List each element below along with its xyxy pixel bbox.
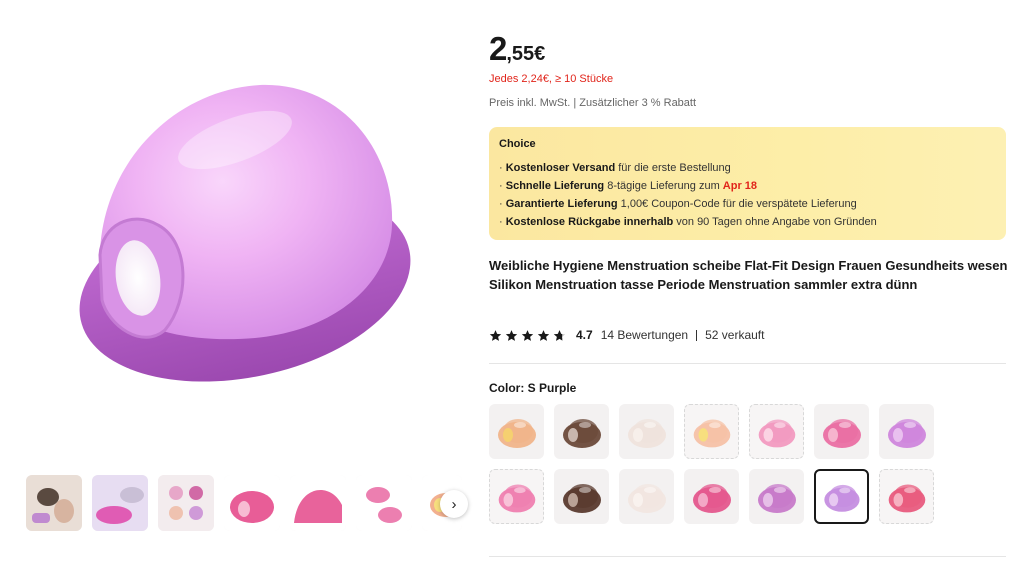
color-swatch-4[interactable] — [684, 404, 739, 459]
color-swatch-12[interactable] — [749, 469, 804, 524]
swatch-disc-image — [563, 419, 601, 448]
price: 2 ,55€ — [489, 30, 545, 68]
swatch-disc-image — [693, 419, 731, 448]
color-swatch-2[interactable] — [554, 404, 609, 459]
color-swatch-7[interactable] — [879, 404, 934, 459]
swatch-disc-image — [758, 419, 796, 448]
choice-title: Choice — [499, 138, 536, 150]
choice-line-fast-delivery: · Schnelle Lieferung 8-tägige Lieferung … — [499, 180, 758, 192]
swatch-disc-image — [888, 484, 926, 513]
color-swatch-1[interactable] — [489, 404, 544, 459]
color-swatch-13[interactable] — [814, 469, 869, 524]
bulk-price: Jedes 2,24€, ≥ 10 Stücke — [489, 73, 614, 85]
price-integer: 2 — [489, 30, 507, 67]
thumbnail-4[interactable] — [224, 475, 280, 531]
price-decimal: ,55€ — [506, 43, 546, 65]
thumbnail-5[interactable] — [290, 475, 346, 531]
color-swatch-3[interactable] — [619, 404, 674, 459]
star-icon — [505, 329, 518, 341]
star-icon — [489, 329, 502, 341]
color-swatch-10[interactable] — [619, 469, 674, 524]
divider — [489, 556, 1006, 557]
swatch-disc-image — [628, 419, 666, 448]
choice-line-shipping: · Kostenloser Versand für die erste Best… — [499, 162, 731, 174]
swatch-disc-image — [758, 484, 796, 513]
menstrual-disc-image — [79, 84, 411, 382]
price-note: Preis inkl. MwSt. | Zusätzlicher 3 % Rab… — [489, 97, 697, 109]
chevron-right-icon: › — [451, 495, 457, 513]
star-icon — [537, 329, 550, 341]
swatch-disc-image — [628, 484, 666, 513]
main-product-image[interactable] — [40, 20, 460, 450]
swatch-disc-image — [824, 484, 860, 512]
thumbnail-2[interactable] — [92, 475, 148, 531]
choice-line-returns: · Kostenlose Rückgabe innerhalb von 90 T… — [499, 216, 877, 228]
choice-benefits-box[interactable]: Choice · Kostenloser Versand für die ers… — [489, 127, 1006, 240]
product-title: Weibliche Hygiene Menstruation scheibe F… — [489, 258, 1008, 292]
color-swatch-grid — [489, 404, 934, 530]
color-swatch-14[interactable] — [879, 469, 934, 524]
star-icon — [521, 329, 534, 341]
rating-row[interactable]: 4.7 14 Bewertungen 52 verkauft — [489, 326, 764, 344]
color-swatch-11[interactable] — [684, 469, 739, 524]
color-swatch-6[interactable] — [814, 404, 869, 459]
swatch-disc-image — [823, 419, 861, 448]
color-swatch-8[interactable] — [489, 469, 544, 524]
sold-count: 52 verkauft — [705, 328, 765, 342]
swatch-disc-image — [498, 419, 536, 448]
star-rating — [489, 329, 566, 342]
swatch-disc-image — [563, 484, 601, 513]
color-swatch-9[interactable] — [554, 469, 609, 524]
swatch-disc-image — [888, 419, 926, 448]
review-count-link[interactable]: 14 Bewertungen — [601, 328, 688, 342]
thumbnail-3[interactable] — [158, 475, 214, 531]
swatch-disc-image — [693, 484, 731, 513]
thumbnail-next-button[interactable]: › — [440, 490, 468, 518]
color-label: Color: S Purple — [489, 381, 577, 395]
swatch-disc-image — [498, 484, 536, 513]
star-half-icon — [553, 329, 566, 341]
rating-score: 4.7 — [576, 328, 593, 342]
thumbnail-strip — [26, 475, 476, 533]
divider — [489, 363, 1006, 364]
separator — [696, 329, 698, 341]
color-swatch-5[interactable] — [749, 404, 804, 459]
choice-line-guaranteed: · Garantierte Lieferung 1,00€ Coupon-Cod… — [499, 198, 857, 210]
delivery-date: Apr 18 — [722, 180, 758, 192]
thumbnail-6[interactable] — [356, 475, 412, 531]
thumbnail-1[interactable] — [26, 475, 82, 531]
